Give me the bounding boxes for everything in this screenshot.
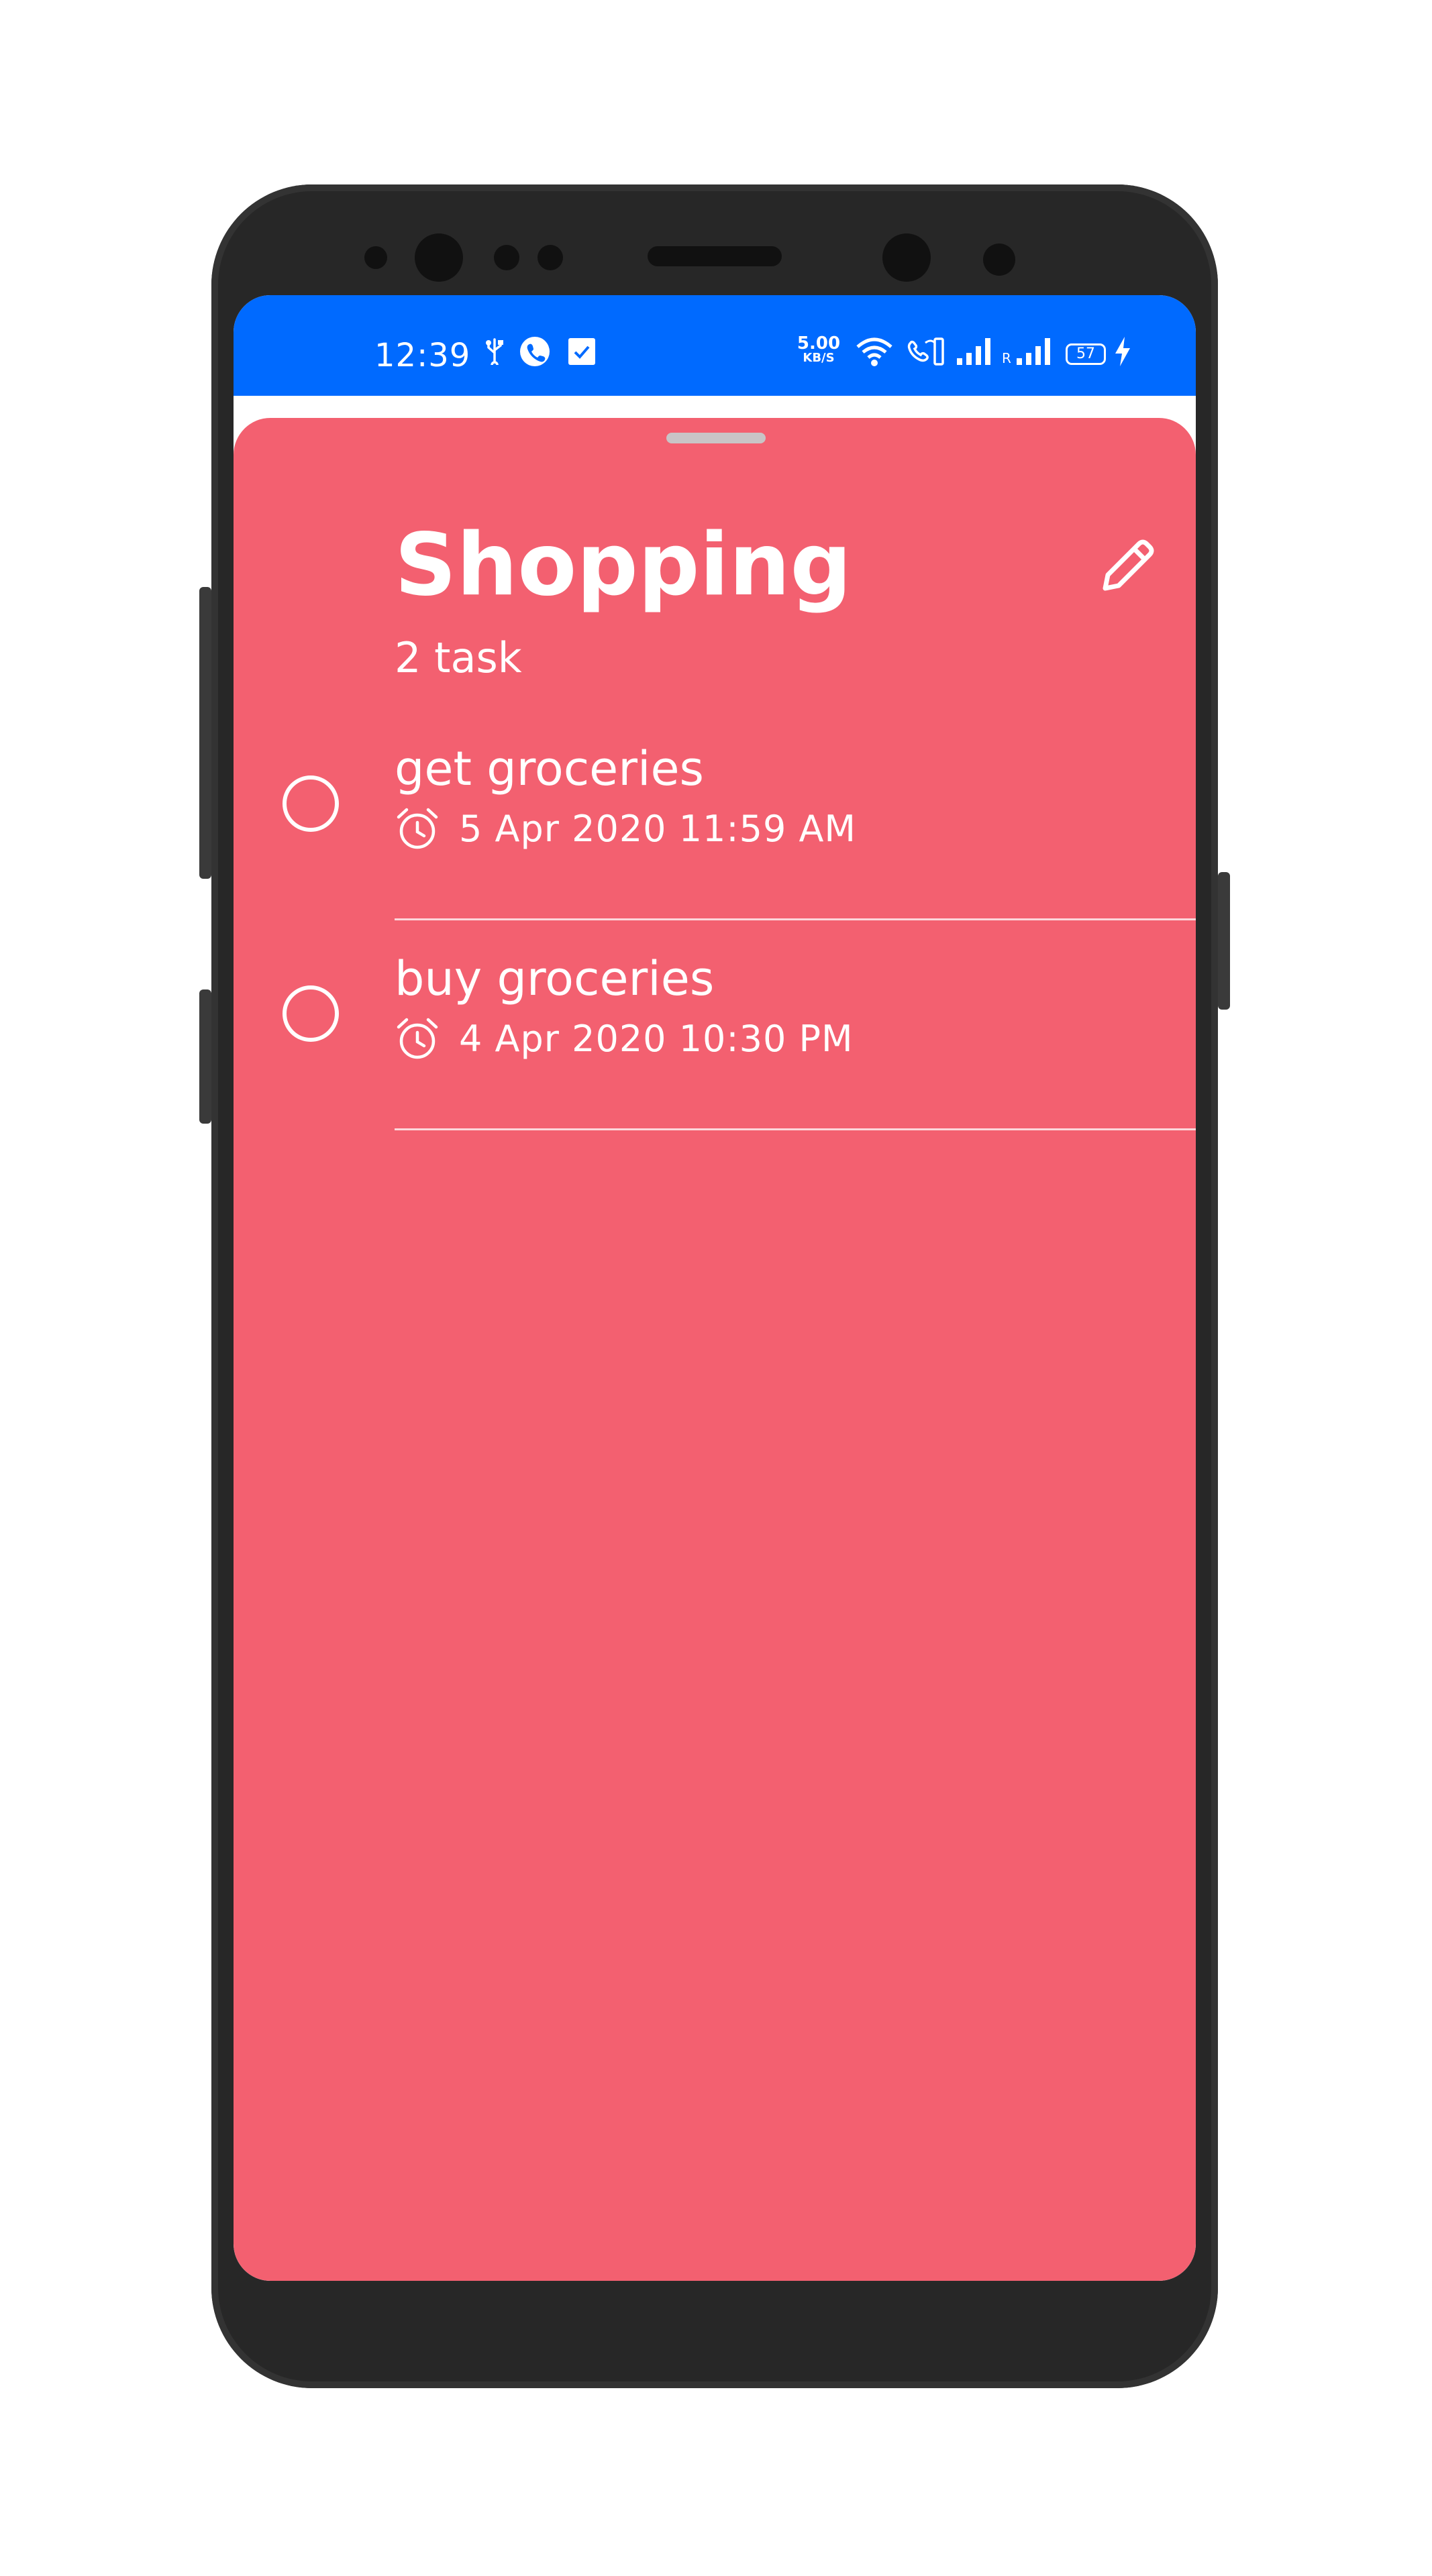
- power-button: [1218, 872, 1230, 1010]
- status-time: 12:39: [374, 337, 471, 374]
- wifi-calling-icon: [905, 335, 946, 368]
- sensor-dot: [364, 246, 387, 269]
- phone-call-icon: [519, 335, 551, 368]
- task-checkbox[interactable]: [283, 775, 339, 832]
- edit-icon[interactable]: [1096, 532, 1160, 596]
- task-due-text: 5 Apr 2020 11:59 AM: [459, 808, 857, 850]
- task-divider: [395, 1128, 1196, 1130]
- phone-frame: 12:39 5.00 KB/S R 57 Shopping 2 task get…: [199, 184, 1230, 2388]
- front-camera: [415, 233, 463, 282]
- signal-icon: [955, 335, 992, 368]
- network-speed-unit: KB/S: [803, 351, 835, 365]
- list-bottom-sheet: Shopping 2 task get groceries 5 Apr 2020…: [234, 418, 1196, 2281]
- volume-up-button: [199, 587, 211, 879]
- usb-icon: [483, 335, 506, 368]
- task-title: buy groceries: [395, 951, 715, 1006]
- earpiece-speaker: [648, 246, 782, 266]
- drag-handle[interactable]: [666, 433, 766, 443]
- wifi-icon: [854, 335, 894, 368]
- task-due-text: 4 Apr 2020 10:30 PM: [459, 1018, 854, 1060]
- volume-down-button: [199, 989, 211, 1124]
- task-due: 4 Apr 2020 10:30 PM: [395, 1016, 854, 1063]
- task-count: 2 task: [395, 633, 522, 682]
- status-bar: 12:39 5.00 KB/S R 57: [234, 295, 1196, 396]
- charging-icon: [1113, 335, 1133, 368]
- signal-roaming-icon: R: [999, 335, 1055, 368]
- alarm-clock-icon: [397, 1018, 438, 1059]
- roaming-label: R: [1002, 350, 1011, 366]
- checkbox-notification-icon: [567, 335, 597, 368]
- task-item[interactable]: buy groceries 4 Apr 2020 10:30 PM: [234, 918, 1196, 1130]
- sensor-dot: [494, 245, 519, 270]
- sensor-dot: [983, 244, 1015, 276]
- sensor-dot: [538, 245, 563, 270]
- task-checkbox[interactable]: [283, 985, 339, 1042]
- list-title: Shopping: [395, 515, 852, 615]
- screen: 12:39 5.00 KB/S R 57 Shopping 2 task get…: [234, 295, 1196, 2281]
- task-due: 5 Apr 2020 11:59 AM: [395, 806, 856, 853]
- alarm-clock-icon: [397, 808, 438, 849]
- network-speed: 5.00 KB/S: [792, 335, 846, 365]
- front-camera-2: [882, 233, 931, 282]
- battery-icon: 57: [1066, 343, 1106, 365]
- task-title: get groceries: [395, 741, 705, 796]
- task-item[interactable]: get groceries 5 Apr 2020 11:59 AM: [234, 708, 1196, 920]
- battery-level: 57: [1076, 345, 1095, 362]
